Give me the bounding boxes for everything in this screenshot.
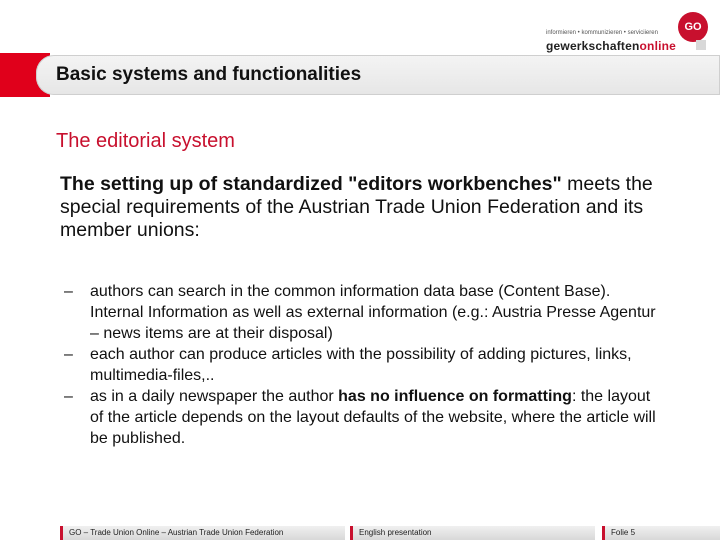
gewerkschaften-online-logo: informieren • kommunizieren • serviciier… xyxy=(546,10,711,54)
logo-wordmark: gewerkschaftenonline xyxy=(546,39,676,53)
bullet-text-bold: has no influence on formatting xyxy=(338,388,572,405)
bullet-dash: – xyxy=(64,346,73,363)
footer-presentation-label: English presentation xyxy=(350,526,595,540)
bullet-text: each author can produce articles with th… xyxy=(90,346,632,384)
logo-tagline: informieren • kommunizieren • serviciier… xyxy=(546,30,658,36)
bullet-text-a: as in a daily newspaper the author xyxy=(90,388,339,405)
slide-title: Basic systems and functionalities xyxy=(56,64,362,85)
bullet-dash: – xyxy=(64,283,73,300)
footer-slide-number: Folie 5 xyxy=(602,526,720,540)
bullet-dash: – xyxy=(64,388,73,405)
logo-word-accent: online xyxy=(639,39,677,53)
footer-organization: GO – Trade Union Online – Austrian Trade… xyxy=(60,526,345,540)
go-badge-icon: GO xyxy=(678,12,708,42)
intro-paragraph: The setting up of standardized "editors … xyxy=(60,173,660,242)
bullet-item: – each author can produce articles with t… xyxy=(64,344,664,386)
logo-square-decoration xyxy=(696,40,706,50)
logo-word-main: gewerkschaften xyxy=(546,39,640,53)
intro-bold: The setting up of standardized "editors … xyxy=(60,173,562,195)
bullet-item: – authors can search in the common inform… xyxy=(64,281,664,344)
bullet-text: authors can search in the common informa… xyxy=(90,283,656,342)
title-band: Basic systems and functionalities xyxy=(0,53,720,97)
slide-subtitle: The editorial system xyxy=(56,130,235,152)
bullet-item: – as in a daily newspaper the author has … xyxy=(64,386,664,449)
footer: GO – Trade Union Online – Austrian Trade… xyxy=(0,524,720,540)
bullet-list: – authors can search in the common inform… xyxy=(64,281,664,449)
